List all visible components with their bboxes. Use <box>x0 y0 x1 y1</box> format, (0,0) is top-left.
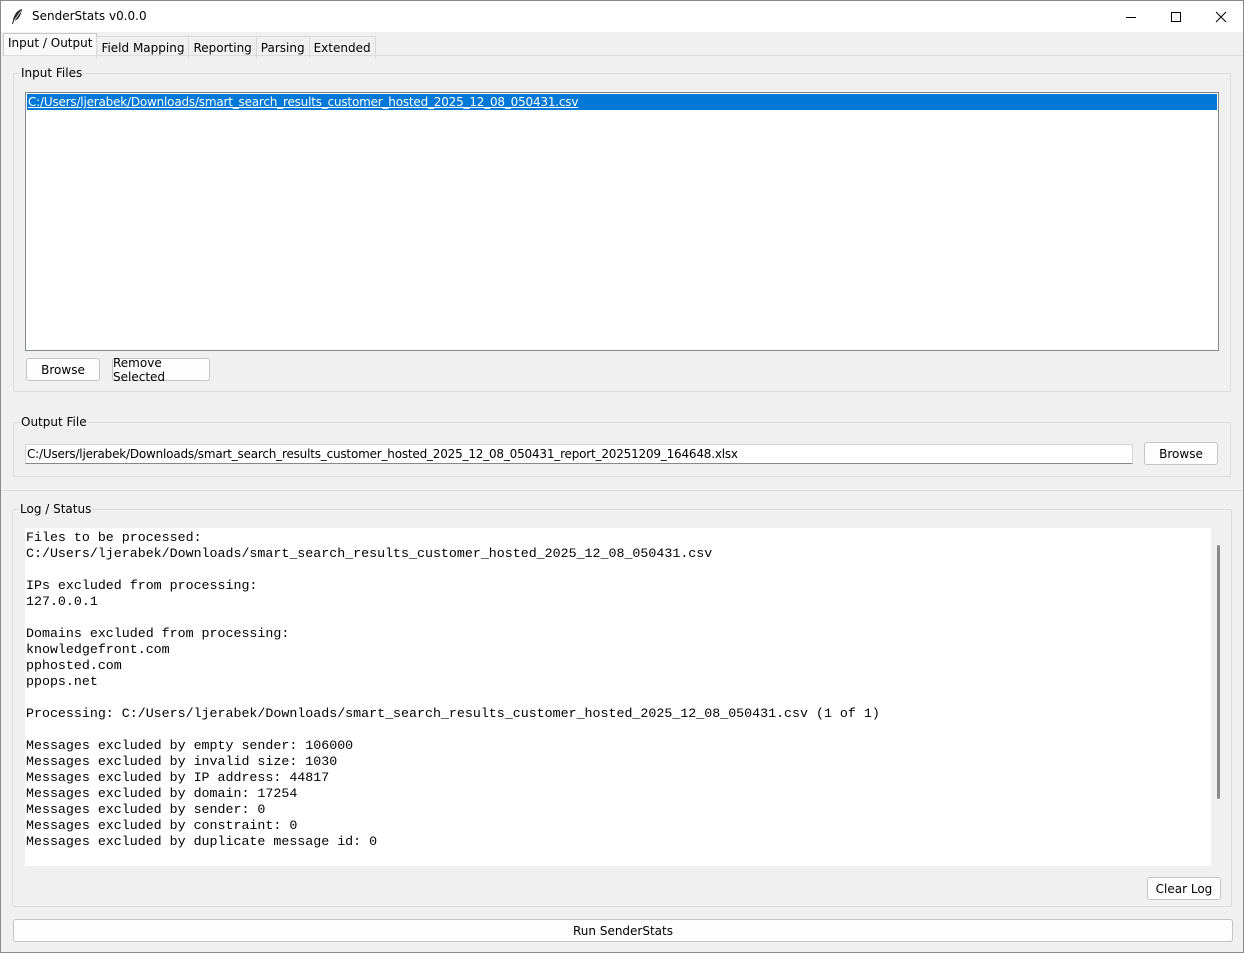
app-window: SenderStats v0.0.0 Input / Output Field … <box>0 0 1244 953</box>
run-senderstats-button[interactable]: Run SenderStats <box>13 919 1233 942</box>
title-bar[interactable]: SenderStats v0.0.0 <box>1 1 1243 32</box>
log-line: C:/Users/ljerabek/Downloads/smart_search… <box>26 546 713 561</box>
log-scrollbar[interactable] <box>1211 528 1221 866</box>
output-file-label: Output File <box>20 415 88 429</box>
feather-icon <box>12 9 22 24</box>
remove-selected-button[interactable]: Remove Selected <box>112 356 210 384</box>
log-line: Messages excluded by invalid size: 1030 <box>26 754 338 769</box>
log-line: IPs excluded from processing: <box>26 578 258 593</box>
window-title: SenderStats v0.0.0 <box>32 9 147 23</box>
log-line: Domains excluded from processing: <box>26 626 290 641</box>
output-browse-button[interactable]: Browse <box>1144 442 1218 465</box>
output-file-field[interactable]: C:/Users/ljerabek/Downloads/smart_search… <box>25 444 1133 464</box>
input-files-label: Input Files <box>20 66 84 80</box>
log-line: ppops.net <box>26 674 98 689</box>
clear-log-button[interactable]: Clear Log <box>1147 877 1221 900</box>
scrollbar-thumb[interactable] <box>1217 545 1220 799</box>
minimize-button[interactable] <box>1108 1 1154 32</box>
section-divider <box>1 490 1243 491</box>
log-line: Messages excluded by constraint: 0 <box>26 818 298 833</box>
log-line: Messages excluded by domain: 17254 <box>26 786 298 801</box>
tab-bar: Input / Output Field Mapping Reporting P… <box>3 33 376 58</box>
log-status-label: Log / Status <box>19 502 93 516</box>
log-line: Messages excluded by sender: 0 <box>26 802 266 817</box>
input-files-listbox[interactable]: C:/Users/ljerabek/Downloads/smart_search… <box>25 92 1219 351</box>
log-line: knowledgefront.com <box>26 642 170 657</box>
minimize-icon <box>1126 16 1136 18</box>
log-text-area[interactable]: Files to be processed: C:/Users/ljerabek/… <box>25 528 1211 866</box>
log-line: pphosted.com <box>26 658 122 673</box>
log-line: Messages excluded by IP address: 44817 <box>26 770 330 785</box>
log-line: Messages excluded by empty sender: 10600… <box>26 738 354 753</box>
tab-panel-border <box>2 55 1242 56</box>
close-button[interactable] <box>1198 1 1244 32</box>
list-item[interactable]: C:/Users/ljerabek/Downloads/smart_search… <box>27 94 1217 110</box>
log-line: Messages excluded by duplicate message i… <box>26 834 378 849</box>
input-browse-button[interactable]: Browse <box>26 358 100 381</box>
log-line: Files to be processed: <box>26 530 202 545</box>
close-icon <box>1215 11 1227 22</box>
maximize-icon <box>1171 11 1181 22</box>
log-line: Processing: C:/Users/ljerabek/Downloads/… <box>26 706 880 721</box>
log-line: 127.0.0.1 <box>26 594 98 609</box>
maximize-button[interactable] <box>1153 1 1199 32</box>
tab-input-output[interactable]: Input / Output <box>3 33 98 56</box>
